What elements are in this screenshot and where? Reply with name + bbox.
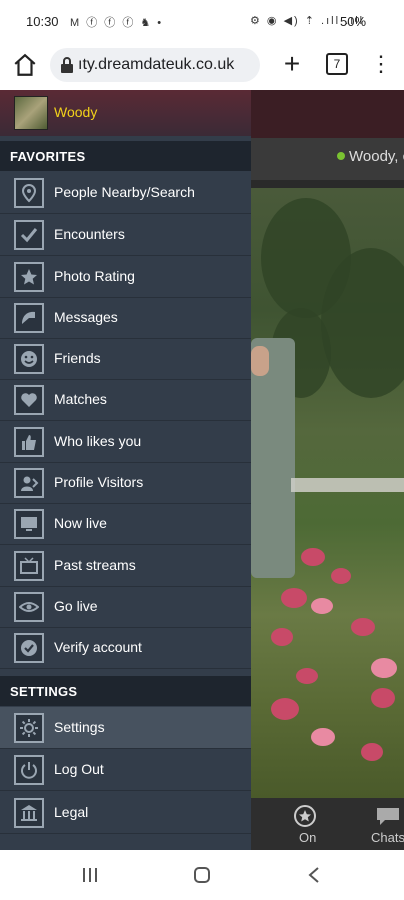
menu-item-matches[interactable]: Matches — [0, 379, 251, 421]
home-nav-icon[interactable] — [194, 867, 210, 883]
menu-item-verify-account[interactable]: Verify account — [0, 627, 251, 669]
menu-item-label: Verify account — [54, 639, 142, 655]
verified-check-icon — [14, 633, 44, 663]
menu-item-log-out[interactable]: Log Out — [0, 749, 251, 791]
menu-item-now-live[interactable]: Now live — [0, 503, 251, 545]
menu-item-label: Past streams — [54, 557, 136, 573]
bg-user-status: Woody, c — [251, 138, 404, 180]
gear-icon — [14, 713, 44, 743]
menu-item-label: Settings — [54, 719, 105, 735]
checkmark-icon — [14, 220, 44, 250]
menu-item-go-live[interactable]: Go live — [0, 586, 251, 628]
notification-icons: M ⓕ ⓕ ⓕ ♞ • — [70, 17, 164, 29]
menu-item-label: Profile Visitors — [54, 474, 144, 490]
background-page: Woody, c On Chats — [251, 90, 404, 850]
courthouse-icon — [14, 798, 44, 828]
url-text: ıty.dreamdateuk.co.uk — [78, 56, 235, 73]
tab-on[interactable]: On — [299, 830, 316, 845]
battery-level: 50% — [340, 14, 367, 29]
menu-item-label: Who likes you — [54, 433, 142, 449]
bg-header — [251, 90, 404, 138]
recents-icon[interactable] — [82, 867, 98, 883]
menu-item-messages[interactable]: Messages — [0, 297, 251, 339]
menu-item-label: Friends — [54, 350, 101, 366]
menu-item-label: Go live — [54, 598, 98, 614]
thumbs-up-icon — [14, 427, 44, 457]
menu-item-legal[interactable]: Legal — [0, 792, 251, 834]
visitor-icon — [14, 468, 44, 498]
drawer-username[interactable]: Woody — [54, 104, 97, 120]
online-dot — [337, 152, 345, 160]
home-icon[interactable] — [12, 52, 38, 78]
menu-item-label: Messages — [54, 309, 118, 325]
tv-icon — [14, 551, 44, 581]
eye-icon — [14, 592, 44, 622]
favorites-heading-label: FAVORITES — [10, 149, 86, 164]
star-icon — [14, 262, 44, 292]
menu-item-label: Now live — [54, 515, 107, 531]
monitor-icon — [14, 509, 44, 539]
profile-photo[interactable] — [251, 188, 404, 798]
menu-item-settings[interactable]: Settings — [0, 707, 251, 749]
status-time: 10:30 — [26, 14, 59, 29]
bg-tab-bar: On Chats — [251, 798, 404, 850]
menu-item-photo-rating[interactable]: Photo Rating — [0, 256, 251, 298]
browser-toolbar: ıty.dreamdateuk.co.uk + 7 ⋮ — [0, 42, 404, 91]
menu-item-label: Photo Rating — [54, 268, 135, 284]
status-bar: 10:30 M ⓕ ⓕ ⓕ ♞ • ⚙ ◉ ◀) ⇡ .ıll .ıll 50% — [0, 0, 404, 42]
star-circle-icon[interactable] — [293, 804, 317, 828]
new-tab-button[interactable]: + — [278, 50, 306, 78]
menu-item-friends[interactable]: Friends — [0, 338, 251, 380]
android-nav-bar — [0, 850, 404, 900]
menu-item-label: Legal — [54, 804, 89, 820]
menu-item-encounters[interactable]: Encounters — [0, 214, 251, 256]
back-icon[interactable] — [306, 866, 322, 884]
chat-bubble-icon[interactable] — [375, 804, 401, 828]
avatar[interactable] — [14, 96, 48, 130]
menu-item-past-streams[interactable]: Past streams — [0, 545, 251, 587]
power-icon — [14, 755, 44, 785]
more-options-icon[interactable]: ⋮ — [370, 52, 392, 78]
smiley-icon — [14, 344, 44, 374]
menu-item-label: Matches — [54, 391, 107, 407]
message-icon — [14, 303, 44, 333]
tab-switcher-button[interactable]: 7 — [326, 53, 348, 75]
location-pin-icon — [14, 178, 44, 208]
lock-icon — [61, 57, 73, 73]
favorites-heading: FAVORITES — [0, 141, 251, 171]
menu-item-label: Log Out — [54, 761, 104, 777]
tab-chats[interactable]: Chats — [371, 830, 404, 845]
menu-item-people-nearby[interactable]: People Nearby/Search — [0, 172, 251, 214]
heart-icon — [14, 385, 44, 415]
settings-heading: SETTINGS — [0, 676, 251, 706]
drawer-header[interactable]: Woody — [0, 90, 251, 136]
menu-item-label: People Nearby/Search — [54, 184, 195, 200]
side-drawer: Woody FAVORITES People Nearby/Search Enc… — [0, 90, 251, 850]
address-bar[interactable]: ıty.dreamdateuk.co.uk — [50, 48, 260, 82]
settings-heading-label: SETTINGS — [10, 684, 78, 699]
bg-user-greeting: Woody, c — [349, 148, 404, 165]
menu-item-profile-visitors[interactable]: Profile Visitors — [0, 462, 251, 504]
menu-item-label: Encounters — [54, 226, 125, 242]
menu-item-who-likes-you[interactable]: Who likes you — [0, 421, 251, 463]
